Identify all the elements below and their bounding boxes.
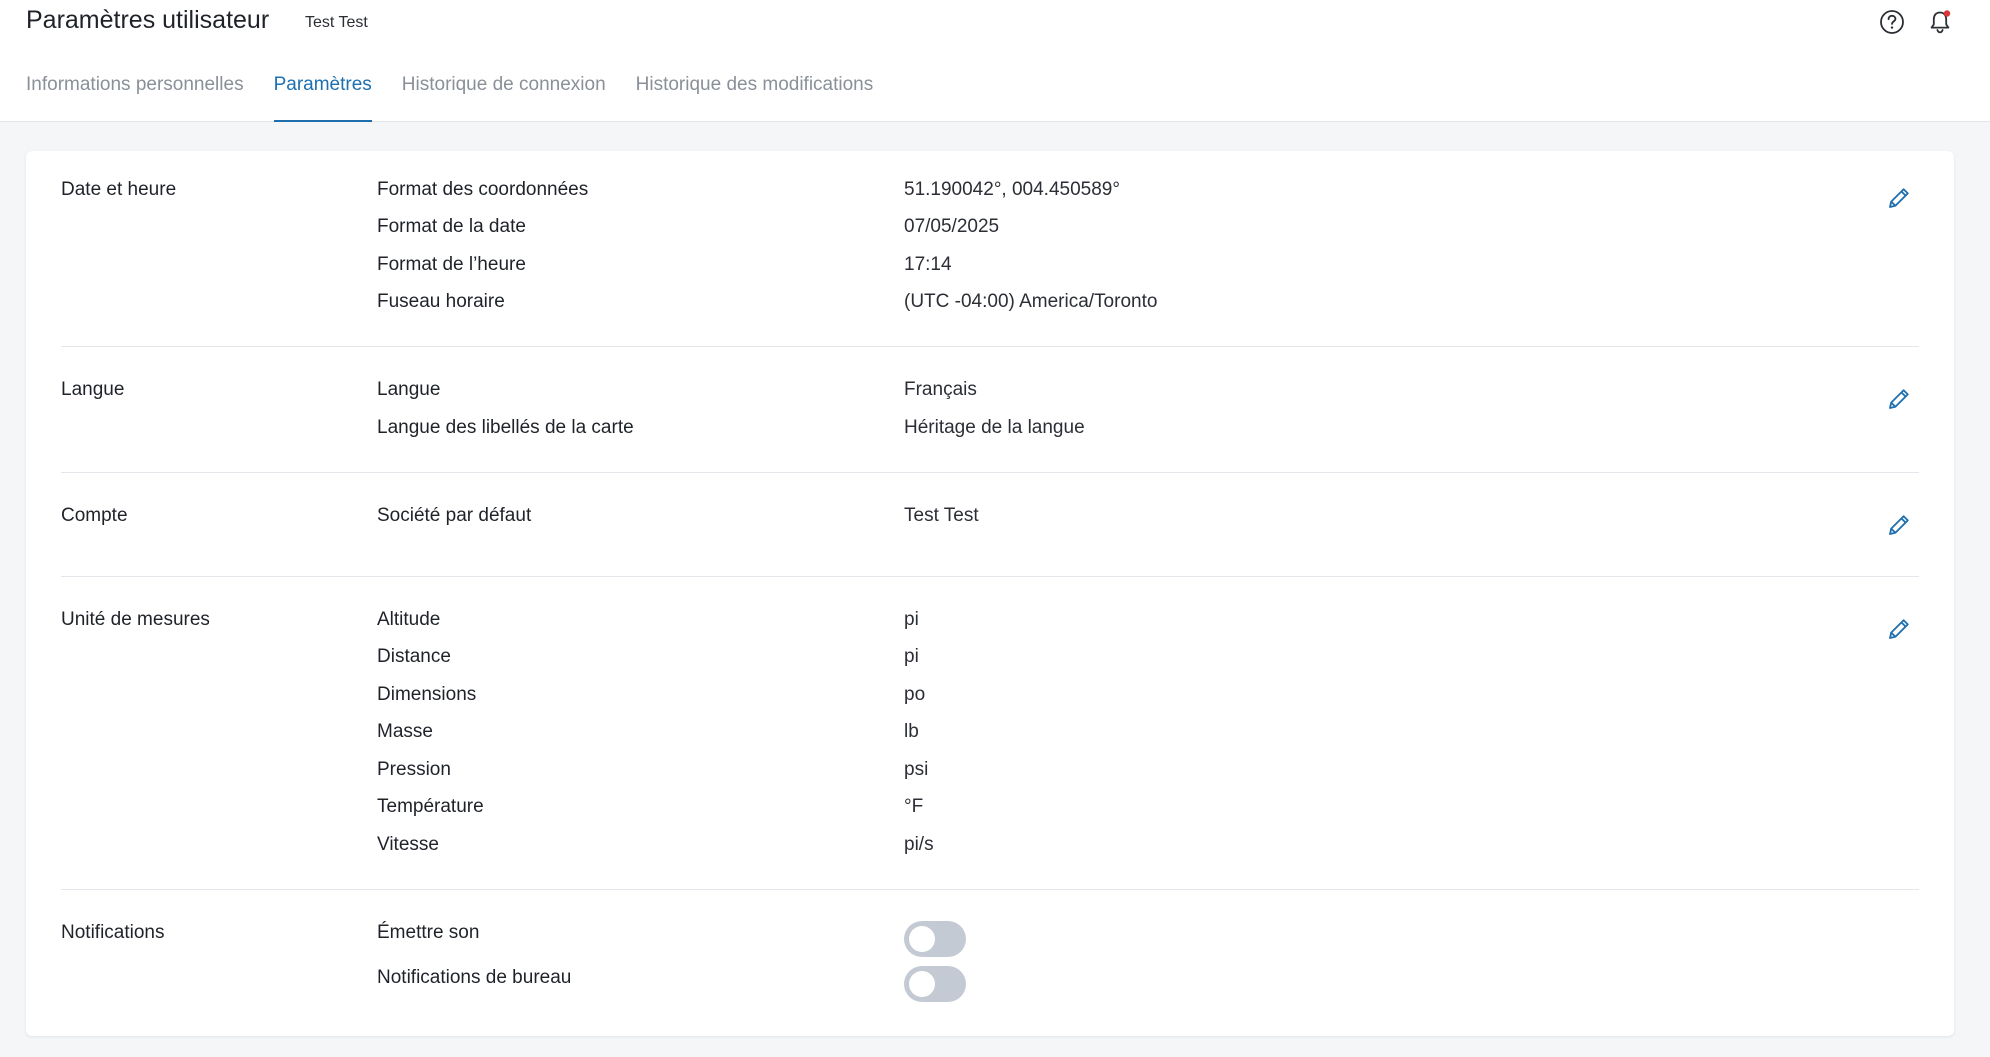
setting-value: pi xyxy=(904,646,919,667)
setting-label: Pression xyxy=(377,759,451,780)
setting-row: Émettre son xyxy=(61,922,1919,952)
desktop-notifications-toggle[interactable] xyxy=(904,966,966,1002)
edit-pencil-icon[interactable] xyxy=(1884,614,1914,644)
setting-row: Dimensions po xyxy=(61,684,1919,714)
setting-row: Masse lb xyxy=(61,721,1919,751)
setting-row: Notifications de bureau xyxy=(61,967,1919,997)
setting-label: Distance xyxy=(377,646,451,667)
setting-label: Dimensions xyxy=(377,684,477,705)
tab-parametres[interactable]: Paramètres xyxy=(273,70,372,122)
tab-bar: Informations personnelles Paramètres His… xyxy=(26,70,903,122)
toggle-knob xyxy=(909,926,935,952)
setting-value: pi/s xyxy=(904,834,934,855)
setting-row: Altitude pi xyxy=(61,609,1919,639)
setting-label: Température xyxy=(377,796,484,817)
tab-informations-personnelles[interactable]: Informations personnelles xyxy=(26,70,244,122)
setting-row: Société par défaut Test Test xyxy=(61,505,1919,535)
section-notifications: Notifications Émettre son Notifications … xyxy=(61,890,1919,1036)
setting-label: Société par défaut xyxy=(377,505,532,526)
page-title: Paramètres utilisateur xyxy=(26,6,270,34)
setting-row: Fuseau horaire (UTC -04:00) America/Toro… xyxy=(61,291,1919,321)
setting-label: Format des coordonnées xyxy=(377,179,589,200)
setting-row: Langue Français xyxy=(61,379,1919,409)
setting-row: Distance pi xyxy=(61,646,1919,676)
setting-value: psi xyxy=(904,759,929,780)
setting-value: pi xyxy=(904,609,919,630)
setting-label: Altitude xyxy=(377,609,441,630)
sound-toggle[interactable] xyxy=(904,921,966,957)
setting-value: po xyxy=(904,684,926,705)
section-langue: Langue Langue Français Langue des libell… xyxy=(61,347,1919,473)
setting-label: Émettre son xyxy=(377,922,480,943)
setting-label: Langue xyxy=(377,379,441,400)
setting-value: Héritage de la langue xyxy=(904,417,1085,438)
setting-row: Format de l’heure 17:14 xyxy=(61,254,1919,284)
page-subtitle: Test Test xyxy=(305,14,368,31)
setting-value: 07/05/2025 xyxy=(904,216,1000,237)
setting-label: Langue des libellés de la carte xyxy=(377,417,634,438)
bell-icon[interactable] xyxy=(1924,6,1956,38)
setting-value: (UTC -04:00) America/Toronto xyxy=(904,291,1158,312)
setting-label: Vitesse xyxy=(377,834,439,855)
setting-value: lb xyxy=(904,721,919,742)
tab-historique-connexion[interactable]: Historique de connexion xyxy=(402,70,606,122)
edit-pencil-icon[interactable] xyxy=(1884,510,1914,540)
edit-pencil-icon[interactable] xyxy=(1884,183,1914,213)
setting-row: Format de la date 07/05/2025 xyxy=(61,216,1919,246)
setting-label: Format de l’heure xyxy=(377,254,526,275)
setting-row: Langue des libellés de la carte Héritage… xyxy=(61,417,1919,447)
setting-value: Français xyxy=(904,379,977,400)
setting-value: 17:14 xyxy=(904,254,952,275)
setting-row: Format des coordonnées 51.190042°, 004.4… xyxy=(61,179,1919,209)
setting-label: Notifications de bureau xyxy=(377,967,572,988)
setting-row: Vitesse pi/s xyxy=(61,834,1919,864)
page-header: Paramètres utilisateur Test Test Informa… xyxy=(0,0,1990,122)
section-date-heure: Date et heure Format des coordonnées 51.… xyxy=(61,151,1919,347)
setting-value: Test Test xyxy=(904,505,979,526)
settings-card: Date et heure Format des coordonnées 51.… xyxy=(26,151,1954,1036)
edit-pencil-icon[interactable] xyxy=(1884,384,1914,414)
setting-value: 51.190042°, 004.450589° xyxy=(904,179,1120,200)
setting-row: Température °F xyxy=(61,796,1919,826)
setting-label: Format de la date xyxy=(377,216,526,237)
help-circle-icon[interactable] xyxy=(1876,6,1908,38)
setting-row: Pression psi xyxy=(61,759,1919,789)
section-compte: Compte Société par défaut Test Test xyxy=(61,473,1919,577)
toggle-knob xyxy=(909,971,935,997)
tab-historique-modifications[interactable]: Historique des modifications xyxy=(636,70,874,122)
setting-label: Fuseau horaire xyxy=(377,291,505,312)
setting-label: Masse xyxy=(377,721,433,742)
notification-dot xyxy=(1943,10,1951,17)
setting-value: °F xyxy=(904,796,924,817)
section-unites: Unité de mesures Altitude pi Distance pi… xyxy=(61,577,1919,890)
